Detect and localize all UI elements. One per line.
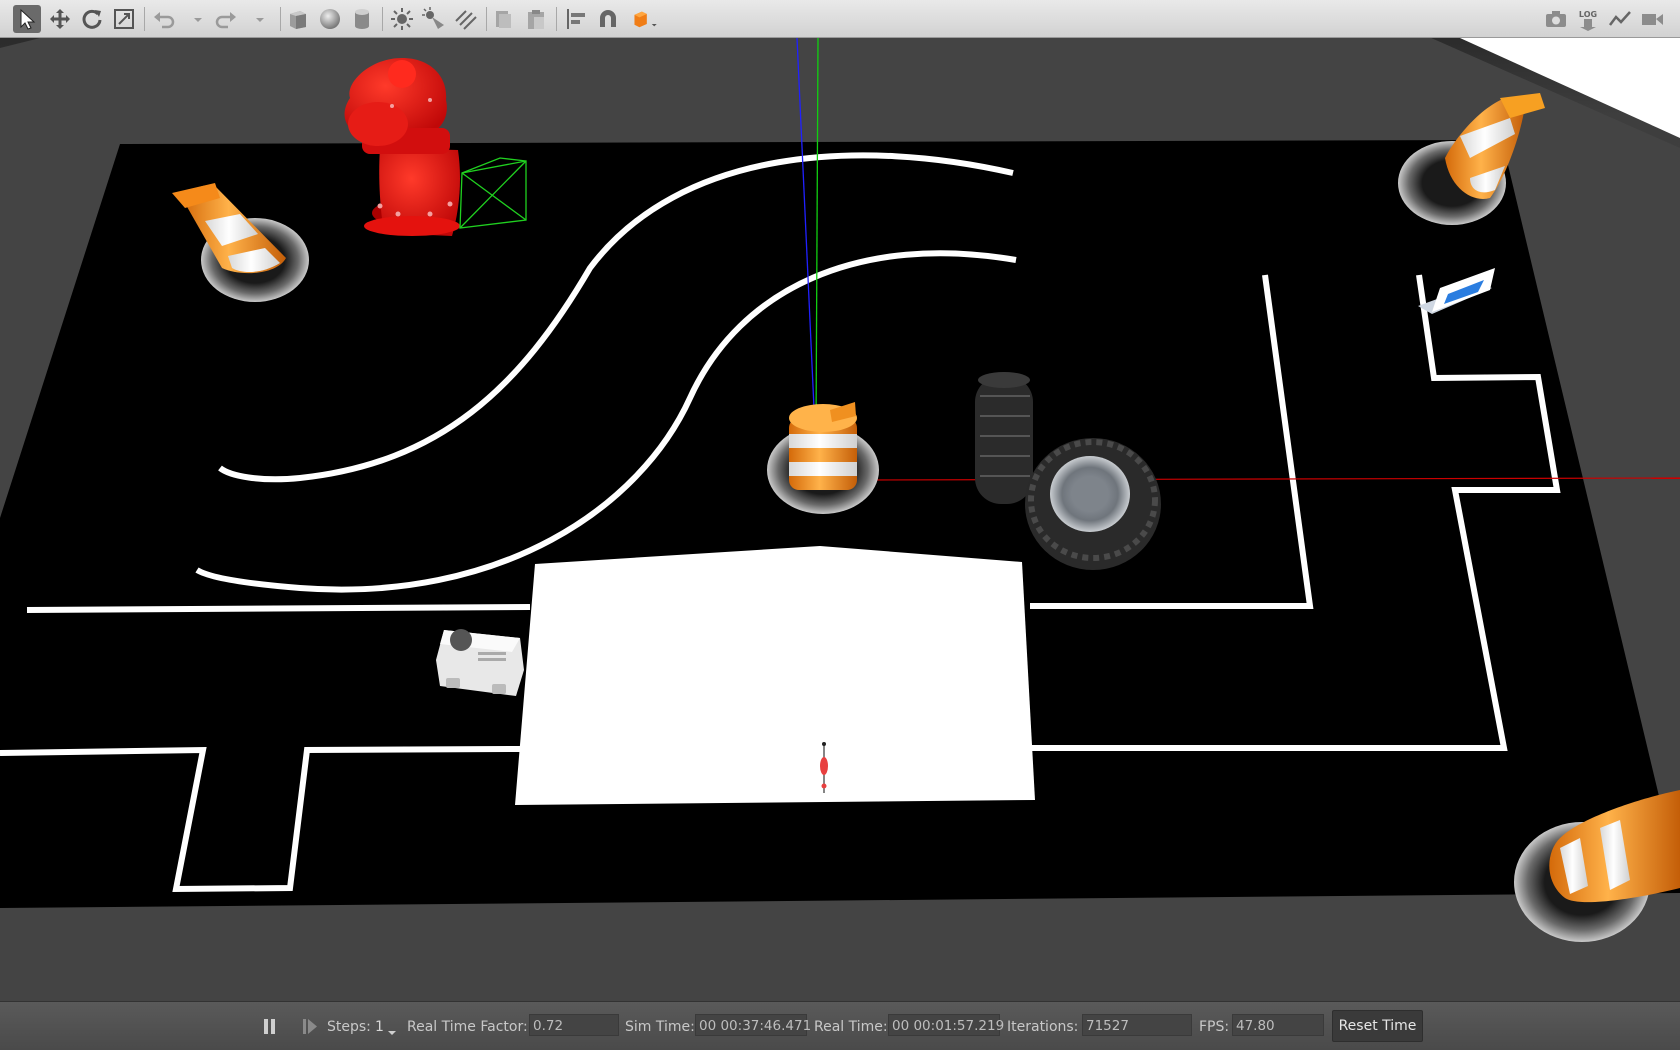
reset-time-button[interactable]: Reset Time xyxy=(1332,1010,1423,1042)
plot-icon[interactable] xyxy=(1606,5,1634,33)
redo-history-dropdown-icon[interactable] xyxy=(246,5,264,33)
translate-mode-icon[interactable] xyxy=(46,5,74,33)
toolbar: LOG xyxy=(0,0,1680,38)
tire-wheel[interactable] xyxy=(1025,438,1161,570)
iterations-value: 71527 xyxy=(1082,1014,1192,1036)
scale-mode-icon[interactable] xyxy=(110,5,138,33)
steps-label: Steps: xyxy=(327,1019,371,1035)
rotate-mode-icon[interactable] xyxy=(78,5,106,33)
redo-icon[interactable] xyxy=(212,5,240,33)
screenshot-icon[interactable] xyxy=(1542,5,1570,33)
spot-light-icon[interactable] xyxy=(420,5,448,33)
paste-icon[interactable] xyxy=(522,5,550,33)
left-straight-line xyxy=(26,604,531,613)
log-icon[interactable]: LOG xyxy=(1574,5,1602,33)
copy-icon[interactable] xyxy=(490,5,518,33)
steps-value[interactable]: 1 xyxy=(375,1019,384,1035)
iterations-label: Iterations: xyxy=(1007,1019,1079,1035)
view-angle-icon[interactable] xyxy=(632,5,666,33)
fps-value: 47.80 xyxy=(1232,1014,1324,1036)
start-pad xyxy=(515,546,1035,805)
steps-dropdown-icon[interactable] xyxy=(386,1022,398,1035)
rtf-label: Real Time Factor: xyxy=(407,1019,528,1035)
cylinder-shape-icon[interactable] xyxy=(348,5,376,33)
record-video-icon[interactable] xyxy=(1638,5,1666,33)
sphere-shape-icon[interactable] xyxy=(316,5,344,33)
fps-label: FPS: xyxy=(1199,1019,1230,1035)
sim-time-label: Sim Time: xyxy=(625,1019,695,1035)
sim-time-value: 00 00:37:46.471 xyxy=(695,1014,811,1036)
real-time-label: Real Time: xyxy=(814,1019,888,1035)
select-mode-icon[interactable] xyxy=(13,5,41,33)
rtf-value: 0.72 xyxy=(529,1014,619,1036)
tire-standing[interactable] xyxy=(975,372,1033,504)
log-label: LOG xyxy=(1579,10,1597,19)
scene-viewport[interactable] xyxy=(0,38,1680,1001)
box-shape-icon[interactable] xyxy=(284,5,312,33)
mobile-robot[interactable] xyxy=(436,629,524,696)
directional-light-icon[interactable] xyxy=(452,5,480,33)
pause-icon[interactable] xyxy=(260,1016,280,1036)
step-icon[interactable] xyxy=(300,1016,320,1036)
real-time-value: 00 00:01:57.219 xyxy=(888,1014,1004,1036)
undo-history-dropdown-icon[interactable] xyxy=(184,5,202,33)
status-bar: Steps: 1 Real Time Factor: 0.72 Sim Time… xyxy=(0,1001,1680,1050)
undo-icon[interactable] xyxy=(150,5,178,33)
align-icon[interactable] xyxy=(562,5,590,33)
snap-icon[interactable] xyxy=(594,5,622,33)
point-light-icon[interactable] xyxy=(388,5,416,33)
